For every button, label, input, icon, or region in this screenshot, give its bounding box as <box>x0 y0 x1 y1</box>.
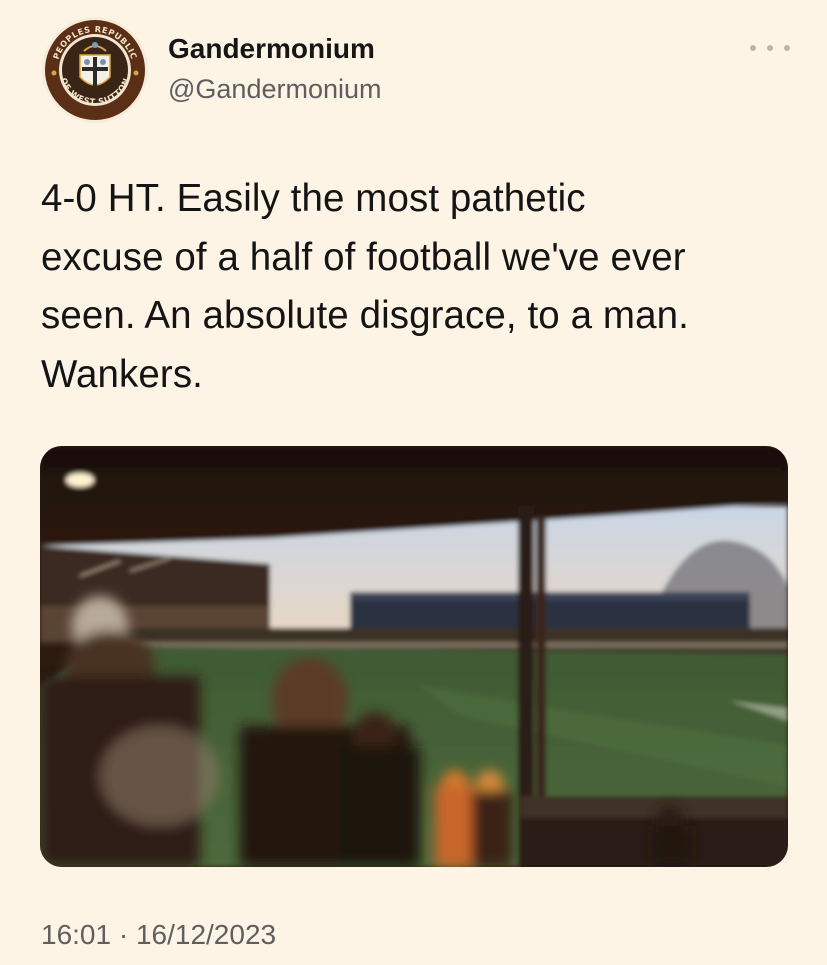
display-name[interactable]: Gandermonium <box>168 32 382 66</box>
more-options-icon <box>784 45 790 51</box>
club-crest-icon: PEOPLES REPUBLIC OF WEST SUTTON <box>42 17 148 123</box>
handle[interactable]: @Gandermonium <box>168 72 382 106</box>
tweet-card: PEOPLES REPUBLIC OF WEST SUTTON Gandermo… <box>0 0 827 965</box>
avatar[interactable]: PEOPLES REPUBLIC OF WEST SUTTON <box>40 15 150 125</box>
more-options-icon <box>750 45 756 51</box>
more-options-icon <box>767 45 773 51</box>
tweet-text: 4-0 HT. Easily the most pathetic excuse … <box>41 177 689 396</box>
more-options-button[interactable] <box>750 36 790 60</box>
tweet-media[interactable] <box>40 446 788 867</box>
tweet-timestamp[interactable]: 16:01 · 16/12/2023 <box>41 917 276 953</box>
author-info[interactable]: Gandermonium @Gandermonium <box>168 32 382 106</box>
stadium-photo <box>40 446 788 867</box>
